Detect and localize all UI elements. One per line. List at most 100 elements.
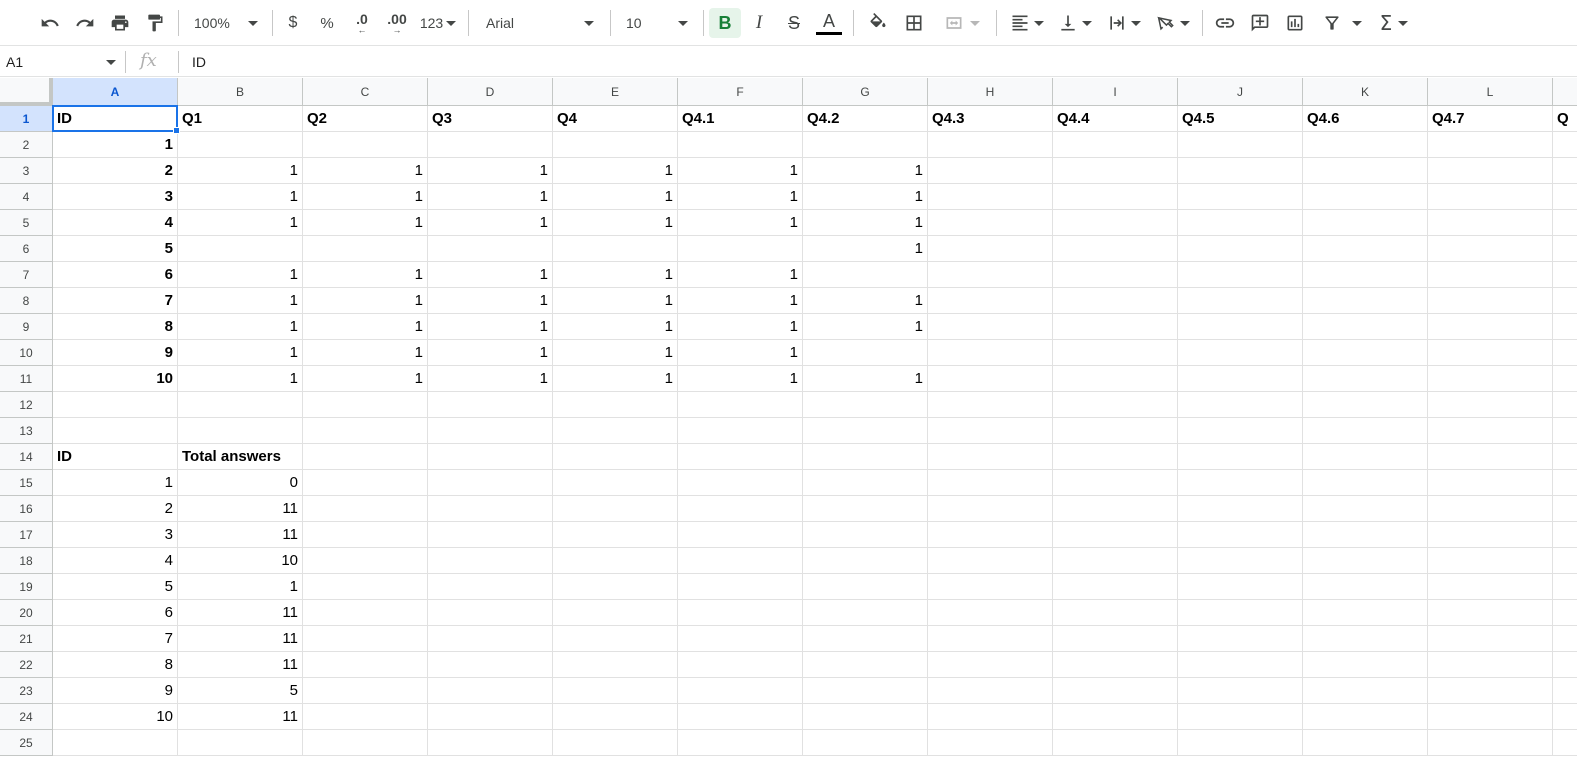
select-all-corner[interactable]: [0, 78, 53, 106]
cell-b24[interactable]: 11: [178, 704, 303, 730]
cell-j12[interactable]: [1178, 392, 1303, 418]
cell-m22[interactable]: [1553, 652, 1577, 678]
borders-button[interactable]: [900, 8, 928, 38]
row-header-7[interactable]: 7: [0, 262, 53, 288]
cell-m14[interactable]: [1553, 444, 1577, 470]
cell-l25[interactable]: [1428, 730, 1553, 756]
cell-e14[interactable]: [553, 444, 678, 470]
cell-e21[interactable]: [553, 626, 678, 652]
cell-e5[interactable]: 1: [553, 210, 678, 236]
cell-b16[interactable]: 11: [178, 496, 303, 522]
cell-l17[interactable]: [1428, 522, 1553, 548]
paint-format-button[interactable]: [141, 8, 169, 38]
cell-a17[interactable]: 3: [53, 522, 178, 548]
cell-f2[interactable]: [678, 132, 803, 158]
cell-g7[interactable]: [803, 262, 928, 288]
cell-c5[interactable]: 1: [303, 210, 428, 236]
cell-a11[interactable]: 10: [53, 366, 178, 392]
cell-l22[interactable]: [1428, 652, 1553, 678]
cell-a1[interactable]: ID: [53, 106, 178, 132]
cell-e9[interactable]: 1: [553, 314, 678, 340]
cell-k1[interactable]: Q4.6: [1303, 106, 1428, 132]
cell-b18[interactable]: 10: [178, 548, 303, 574]
more-formats-button[interactable]: 123: [416, 8, 460, 38]
cell-i7[interactable]: [1053, 262, 1178, 288]
cell-e20[interactable]: [553, 600, 678, 626]
cell-m19[interactable]: [1553, 574, 1577, 600]
row-header-12[interactable]: 12: [0, 392, 53, 418]
cell-c13[interactable]: [303, 418, 428, 444]
cell-d8[interactable]: 1: [428, 288, 553, 314]
cell-h10[interactable]: [928, 340, 1053, 366]
cell-j14[interactable]: [1178, 444, 1303, 470]
cell-e2[interactable]: [553, 132, 678, 158]
font-size-select[interactable]: 10: [618, 8, 696, 38]
cell-j1[interactable]: Q4.5: [1178, 106, 1303, 132]
cell-a2[interactable]: 1: [53, 132, 178, 158]
cell-e15[interactable]: [553, 470, 678, 496]
cell-j10[interactable]: [1178, 340, 1303, 366]
row-header-9[interactable]: 9: [0, 314, 53, 340]
cell-g14[interactable]: [803, 444, 928, 470]
cell-g20[interactable]: [803, 600, 928, 626]
cell-e1[interactable]: Q4: [553, 106, 678, 132]
cell-g1[interactable]: Q4.2: [803, 106, 928, 132]
cell-l15[interactable]: [1428, 470, 1553, 496]
column-header-k[interactable]: K: [1303, 78, 1428, 106]
cell-b5[interactable]: 1: [178, 210, 303, 236]
cell-h2[interactable]: [928, 132, 1053, 158]
cell-m17[interactable]: [1553, 522, 1577, 548]
cell-d22[interactable]: [428, 652, 553, 678]
cell-i23[interactable]: [1053, 678, 1178, 704]
cell-h11[interactable]: [928, 366, 1053, 392]
cell-c8[interactable]: 1: [303, 288, 428, 314]
cell-k17[interactable]: [1303, 522, 1428, 548]
text-rotation-button[interactable]: [1152, 8, 1194, 38]
cell-j18[interactable]: [1178, 548, 1303, 574]
cell-a23[interactable]: 9: [53, 678, 178, 704]
cell-a16[interactable]: 2: [53, 496, 178, 522]
horizontal-align-button[interactable]: [1006, 8, 1048, 38]
cell-d23[interactable]: [428, 678, 553, 704]
cell-l19[interactable]: [1428, 574, 1553, 600]
cell-d7[interactable]: 1: [428, 262, 553, 288]
cell-k12[interactable]: [1303, 392, 1428, 418]
cell-k7[interactable]: [1303, 262, 1428, 288]
vertical-align-button[interactable]: [1054, 8, 1096, 38]
italic-button[interactable]: I: [745, 8, 773, 38]
row-header-17[interactable]: 17: [0, 522, 53, 548]
cell-f21[interactable]: [678, 626, 803, 652]
row-header-13[interactable]: 13: [0, 418, 53, 444]
cell-e13[interactable]: [553, 418, 678, 444]
cell-b22[interactable]: 11: [178, 652, 303, 678]
cell-d6[interactable]: [428, 236, 553, 262]
text-color-button[interactable]: A: [814, 8, 844, 38]
cell-a8[interactable]: 7: [53, 288, 178, 314]
cell-k22[interactable]: [1303, 652, 1428, 678]
cell-a6[interactable]: 5: [53, 236, 178, 262]
cell-m10[interactable]: [1553, 340, 1577, 366]
strikethrough-button[interactable]: S: [780, 8, 808, 38]
cell-m6[interactable]: [1553, 236, 1577, 262]
cell-d19[interactable]: [428, 574, 553, 600]
cell-c11[interactable]: 1: [303, 366, 428, 392]
bold-button[interactable]: B: [709, 8, 741, 38]
cell-k8[interactable]: [1303, 288, 1428, 314]
cell-h8[interactable]: [928, 288, 1053, 314]
cell-l23[interactable]: [1428, 678, 1553, 704]
cell-i9[interactable]: [1053, 314, 1178, 340]
cell-d11[interactable]: 1: [428, 366, 553, 392]
cell-a19[interactable]: 5: [53, 574, 178, 600]
cell-f7[interactable]: 1: [678, 262, 803, 288]
row-header-20[interactable]: 20: [0, 600, 53, 626]
cell-f16[interactable]: [678, 496, 803, 522]
column-header-d[interactable]: D: [428, 78, 553, 106]
cell-g16[interactable]: [803, 496, 928, 522]
cell-f6[interactable]: [678, 236, 803, 262]
cell-m16[interactable]: [1553, 496, 1577, 522]
cell-d24[interactable]: [428, 704, 553, 730]
cell-l10[interactable]: [1428, 340, 1553, 366]
cell-a25[interactable]: [53, 730, 178, 756]
formula-input[interactable]: ID: [192, 47, 206, 77]
cell-l12[interactable]: [1428, 392, 1553, 418]
